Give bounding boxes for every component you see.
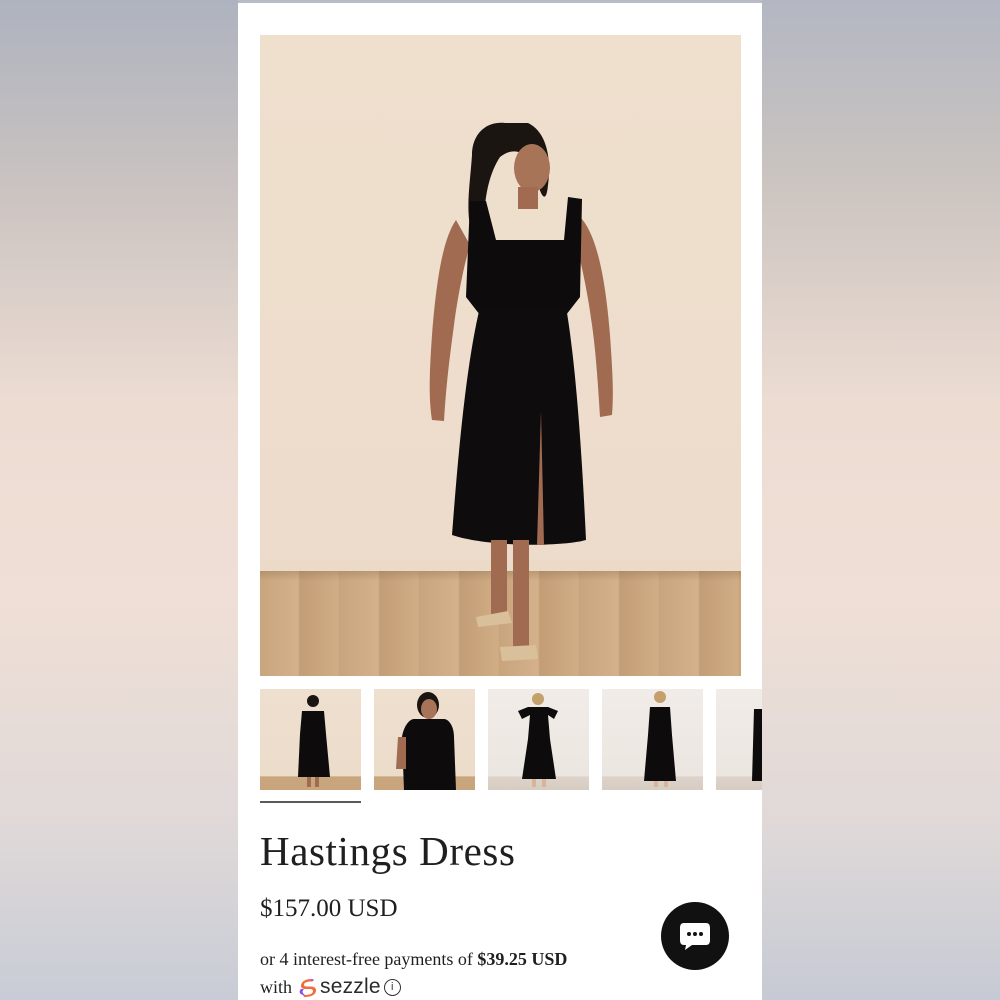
- selected-thumbnail-indicator: [260, 801, 361, 803]
- chat-bubble-icon: [680, 923, 710, 950]
- sezzle-wordmark: sezzle: [320, 975, 381, 998]
- thumbnail-5-figure: [752, 709, 762, 781]
- product-main-image[interactable]: [260, 35, 741, 676]
- thumbnail-5[interactable]: [716, 689, 762, 790]
- installments-amount: $39.25 USD: [477, 949, 568, 969]
- background-blur-left: [0, 0, 238, 1000]
- product-page: Hastings Dress $157.00 USD or 4 interest…: [238, 3, 762, 1000]
- installments-with: with: [260, 976, 293, 997]
- thumbnail-3[interactable]: [488, 689, 589, 790]
- sezzle-mark-icon: [299, 979, 317, 997]
- thumbnail-2[interactable]: [374, 689, 475, 790]
- thumbnail-4-figure: [644, 691, 676, 787]
- product-title: Hastings Dress: [260, 828, 516, 874]
- thumbnail-1[interactable]: [260, 689, 361, 790]
- payment-provider-row: with sezzle i: [260, 974, 401, 1000]
- info-icon[interactable]: i: [383, 978, 401, 996]
- thumbnail-2-figure: [396, 692, 456, 790]
- installments-prefix: or 4 interest-free payments of: [260, 949, 478, 969]
- background-blur-right: [762, 0, 1000, 1000]
- installments-text: or 4 interest-free payments of $39.25 US…: [260, 949, 567, 970]
- thumbnail-strip[interactable]: [260, 689, 762, 793]
- product-price: $157.00 USD: [260, 895, 398, 922]
- thumbnail-3-figure: [518, 693, 558, 787]
- model-figure: [429, 122, 613, 661]
- thumbnail-4[interactable]: [602, 689, 703, 790]
- sezzle-logo[interactable]: sezzle: [297, 975, 381, 999]
- thumbnail-1-figure: [298, 695, 330, 787]
- chat-button[interactable]: [661, 902, 729, 970]
